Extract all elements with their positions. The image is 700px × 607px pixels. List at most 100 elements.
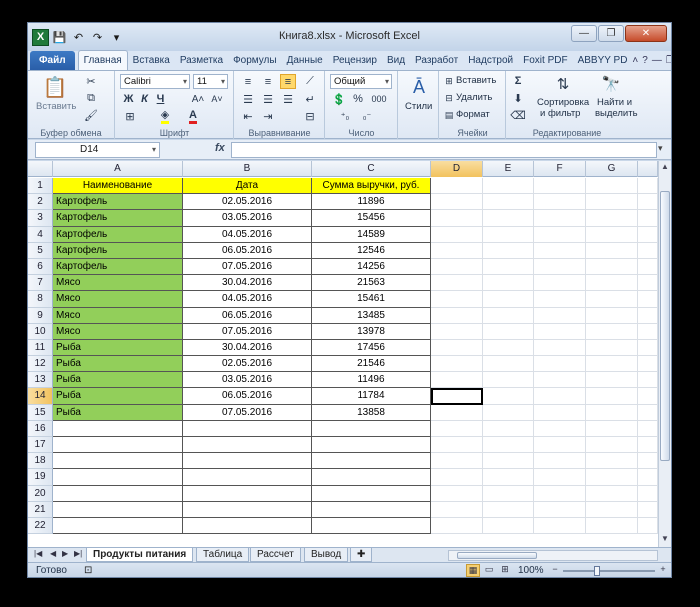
cell[interactable]: Рыба	[53, 372, 183, 389]
formula-input[interactable]	[231, 142, 657, 158]
cell[interactable]: 17456	[312, 339, 431, 357]
cell[interactable]	[534, 356, 586, 373]
cell[interactable]	[638, 372, 658, 389]
cell[interactable]	[586, 437, 638, 454]
cell[interactable]	[586, 501, 638, 518]
align-middle-icon[interactable]: ≡	[260, 74, 276, 89]
cell[interactable]	[53, 485, 183, 502]
cell[interactable]: 06.05.2016	[183, 307, 312, 324]
percent-button[interactable]: %	[351, 92, 365, 106]
format-cells-icon[interactable]: ▤	[443, 109, 455, 121]
cell[interactable]: 30.04.2016	[183, 275, 312, 292]
cell[interactable]	[586, 307, 638, 324]
cell[interactable]: Мясо	[53, 323, 183, 340]
cell[interactable]	[53, 453, 183, 470]
row-header[interactable]: 9	[28, 307, 53, 324]
cell[interactable]	[586, 291, 638, 308]
cell[interactable]	[638, 388, 658, 405]
decrease-decimal-icon[interactable]: ₀⁻	[358, 109, 376, 123]
cell[interactable]	[534, 339, 586, 357]
cell[interactable]: Картофель	[53, 194, 183, 211]
merge-cells-icon[interactable]: ⊟	[301, 109, 319, 123]
row-header[interactable]: 5	[28, 242, 53, 259]
cell[interactable]	[638, 485, 658, 502]
row-header[interactable]: 15	[28, 404, 53, 421]
tab-addins[interactable]: Надстрой	[463, 51, 518, 70]
cell[interactable]	[534, 194, 586, 211]
borders-icon[interactable]: ⊞	[122, 109, 138, 123]
cell[interactable]	[534, 372, 586, 389]
cell[interactable]	[638, 307, 658, 324]
cell[interactable]	[431, 485, 483, 502]
cell[interactable]: Картофель	[53, 242, 183, 259]
grow-font-button[interactable]: A˄	[190, 92, 206, 106]
cell[interactable]	[586, 210, 638, 227]
zoom-in-button[interactable]: +	[656, 564, 670, 577]
cell[interactable]	[586, 372, 638, 389]
cell[interactable]: 07.05.2016	[183, 404, 312, 421]
row-header[interactable]: 22	[28, 517, 53, 535]
cell[interactable]	[431, 323, 483, 340]
cell[interactable]	[638, 517, 658, 535]
increase-decimal-icon[interactable]: ⁺₀	[336, 109, 354, 123]
cell[interactable]: Картофель	[53, 258, 183, 276]
cell[interactable]	[431, 226, 483, 243]
header-cell[interactable]: Сумма выручки, руб.	[312, 178, 431, 195]
shrink-font-button[interactable]: A˅	[209, 92, 225, 106]
cell[interactable]: 21563	[312, 275, 431, 292]
cell[interactable]	[183, 517, 312, 535]
zoom-slider[interactable]	[563, 570, 655, 572]
cell[interactable]	[586, 178, 638, 195]
vertical-scroll-thumb[interactable]	[660, 191, 670, 461]
cell[interactable]	[534, 437, 586, 454]
cell[interactable]: 02.05.2016	[183, 356, 312, 373]
tab-insert[interactable]: Вставка	[128, 51, 175, 70]
tab-formulas[interactable]: Формулы	[228, 51, 282, 70]
cell[interactable]: Рыба	[53, 339, 183, 357]
tab-developer[interactable]: Разработ	[410, 51, 463, 70]
row-header[interactable]: 21	[28, 501, 53, 518]
tab-foxit-pdf[interactable]: Foxit PDF	[518, 51, 572, 70]
cell[interactable]	[638, 437, 658, 454]
cell[interactable]	[183, 501, 312, 518]
column-header[interactable]: E	[483, 161, 534, 177]
cell[interactable]	[534, 323, 586, 340]
cell[interactable]	[586, 469, 638, 486]
cell[interactable]	[431, 356, 483, 373]
cell[interactable]: Мясо	[53, 291, 183, 308]
bold-button[interactable]: Ж	[122, 92, 135, 106]
tab-data[interactable]: Данные	[282, 51, 328, 70]
cell[interactable]	[431, 258, 483, 276]
font-color-icon[interactable]: A	[184, 109, 202, 124]
paste-icon[interactable]: 📋	[42, 75, 68, 99]
cell[interactable]	[534, 226, 586, 243]
number-format-combo[interactable]: Общий	[330, 74, 392, 89]
decrease-indent-icon[interactable]: ⇤	[240, 109, 256, 123]
cell[interactable]: 15456	[312, 210, 431, 227]
cell[interactable]	[53, 420, 183, 437]
cell[interactable]	[483, 210, 534, 227]
cell[interactable]	[586, 194, 638, 211]
cell[interactable]	[638, 210, 658, 227]
cell[interactable]	[183, 453, 312, 470]
align-right-icon[interactable]: ☰	[280, 92, 296, 107]
active-cell[interactable]	[431, 388, 483, 405]
insert-cells-label[interactable]: Вставить	[456, 75, 496, 86]
insert-cells-icon[interactable]: ⊞	[443, 75, 455, 87]
find-select-icon[interactable]: 🔭	[599, 73, 623, 95]
cell[interactable]	[534, 404, 586, 421]
row-header[interactable]: 18	[28, 453, 53, 470]
name-box[interactable]: D14	[35, 142, 160, 158]
cell[interactable]	[53, 517, 183, 535]
zoom-slider-thumb[interactable]	[594, 566, 600, 576]
underline-button[interactable]: Ч	[154, 92, 167, 106]
cell[interactable]: Рыба	[53, 404, 183, 421]
align-top-icon[interactable]: ≡	[240, 74, 256, 89]
align-left-icon[interactable]: ☰	[240, 92, 256, 107]
row-header[interactable]: 2	[28, 194, 53, 211]
column-header[interactable]: G	[586, 161, 638, 177]
cell[interactable]: 06.05.2016	[183, 388, 312, 405]
minimize-button[interactable]: —	[571, 25, 597, 42]
cell[interactable]	[586, 275, 638, 292]
sheet-tab[interactable]: Вывод	[304, 548, 349, 562]
